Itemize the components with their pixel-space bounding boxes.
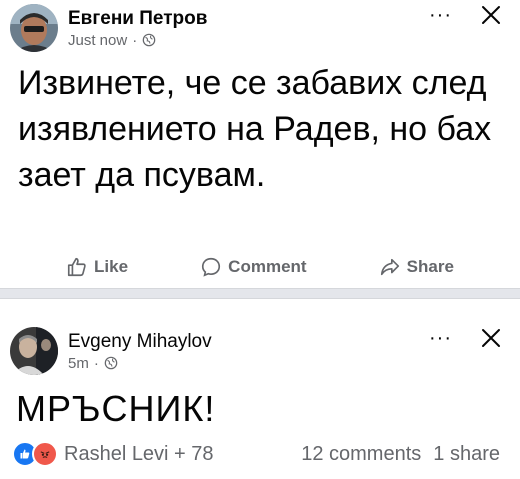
author-name[interactable]: Евгени Петров <box>68 8 207 30</box>
avatar-image <box>10 327 58 375</box>
angry-reaction-icon <box>32 441 58 467</box>
separator-dot: · <box>132 31 138 49</box>
avatar[interactable] <box>10 4 58 52</box>
post-2-top-actions: ··· <box>429 327 502 349</box>
more-icon[interactable]: ··· <box>429 328 452 348</box>
comment-label: Comment <box>228 257 307 276</box>
globe-icon <box>104 356 118 370</box>
comment-button[interactable]: Comment <box>200 256 307 278</box>
avatar[interactable] <box>10 327 58 375</box>
close-icon[interactable] <box>480 327 502 349</box>
post-subline: Just now · <box>68 32 207 49</box>
like-icon <box>67 257 86 277</box>
close-icon[interactable] <box>480 4 502 26</box>
reactions-text[interactable]: Rashel Levi + 78 <box>64 443 214 466</box>
more-icon[interactable]: ··· <box>429 5 452 25</box>
post-subline: 5m · <box>68 355 212 372</box>
post-text: МРЪСНИК! <box>16 388 216 429</box>
avatar-image <box>10 4 58 52</box>
like-button[interactable]: Like <box>66 256 128 278</box>
post-action-bar: Like Comment Share <box>0 250 520 284</box>
post-1: Евгени Петров Just now · ··· Извинете, ч… <box>0 0 520 288</box>
comment-icon <box>202 257 221 277</box>
post-2-header: Evgeny Mihaylov 5m · <box>10 327 212 375</box>
post-time[interactable]: 5m <box>68 355 89 372</box>
shares-count[interactable]: 1 share <box>433 443 500 466</box>
share-button[interactable]: Share <box>379 256 454 278</box>
post-divider <box>0 288 520 299</box>
like-label: Like <box>94 257 129 276</box>
author-name[interactable]: Evgeny Mihaylov <box>68 331 212 353</box>
share-icon <box>380 258 399 276</box>
post-footer: Rashel Levi + 78 12 comments 1 share <box>12 441 500 467</box>
post-text: Извинете, че се забавих след изявлението… <box>18 64 492 194</box>
reactions[interactable] <box>12 441 58 467</box>
separator-dot: · <box>93 354 99 372</box>
share-label: Share <box>406 257 454 276</box>
post-1-meta: Евгени Петров Just now · <box>68 8 207 49</box>
globe-icon <box>142 33 156 47</box>
post-2: Evgeny Mihaylov 5m · ··· МРЪСНИК! Rashel… <box>0 299 520 479</box>
post-time[interactable]: Just now <box>68 32 127 49</box>
post-2-meta: Evgeny Mihaylov 5m · <box>68 331 212 372</box>
post-1-top-actions: ··· <box>429 4 502 26</box>
post-1-header: Евгени Петров Just now · <box>10 4 207 52</box>
comments-count[interactable]: 12 comments <box>301 443 421 466</box>
